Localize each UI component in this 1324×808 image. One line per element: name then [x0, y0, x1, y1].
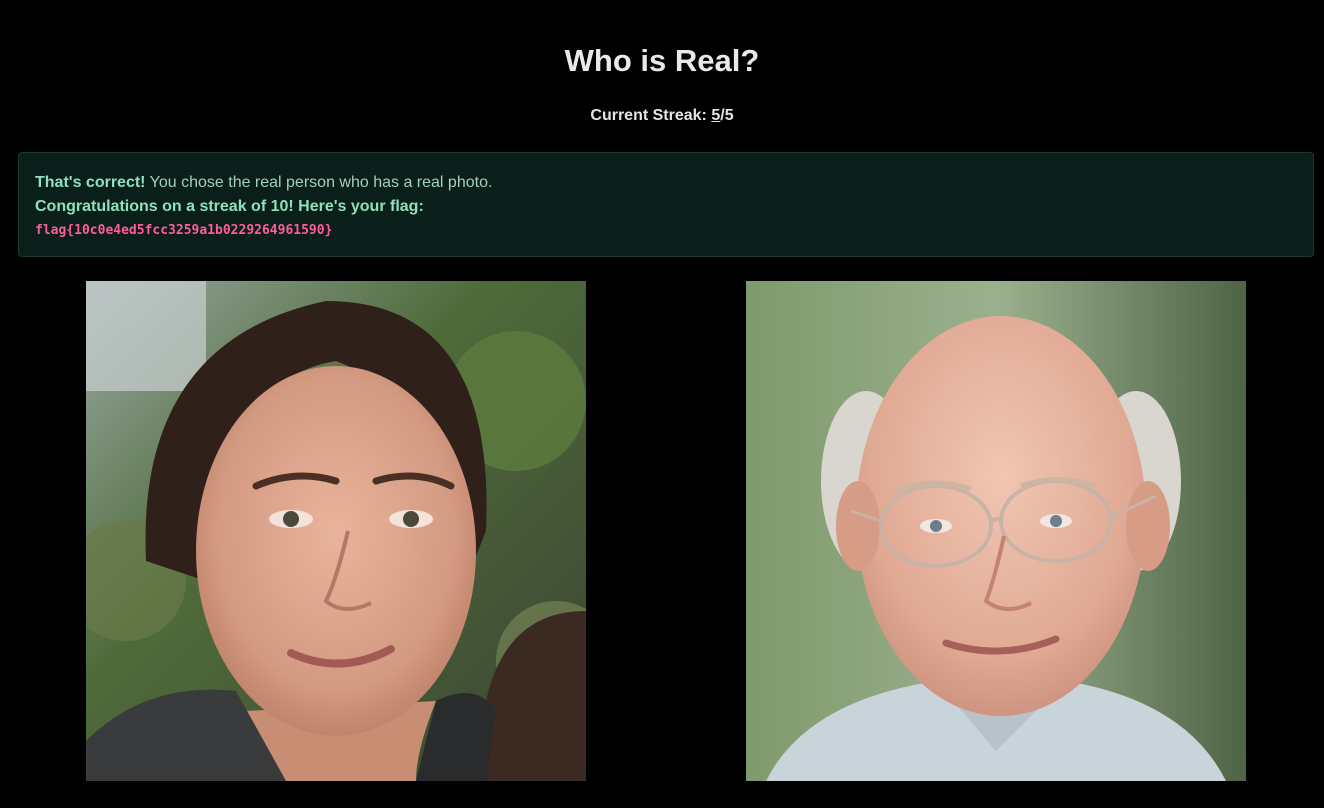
streak-current: 5 — [711, 107, 721, 124]
page-title: Who is Real? — [564, 43, 760, 78]
streak-total: 5 — [724, 107, 734, 124]
page: Who is Real? Current Streak: 5/5 That's … — [0, 0, 1324, 808]
result-strong: That's correct! — [35, 174, 146, 191]
flag-code: flag{10c0e4ed5fcc3259a1b0229264961590} — [35, 223, 333, 238]
choice-photo-left[interactable] — [86, 281, 586, 781]
result-line: That's correct! You chose the real perso… — [35, 171, 1297, 195]
face-photo-left-icon — [86, 281, 586, 781]
result-text: You chose the real person who has a real… — [145, 174, 493, 191]
congrats-text: Congratulations on a streak of 10! Here'… — [35, 198, 424, 215]
face-photo-right-icon — [746, 281, 1246, 781]
streak-counter: Current Streak: 5/5 — [0, 105, 1324, 127]
choice-photo-right[interactable] — [746, 281, 1246, 781]
success-alert: That's correct! You chose the real perso… — [18, 152, 1314, 257]
streak-label: Current Streak: — [590, 107, 707, 124]
